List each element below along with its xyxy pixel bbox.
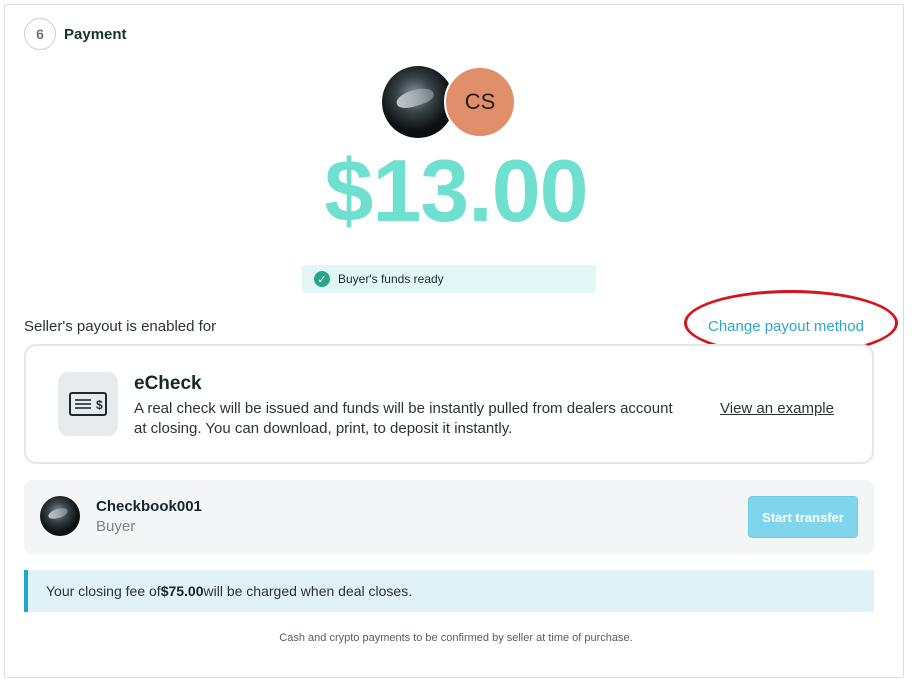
- buyer-name: Checkbook001: [96, 498, 202, 515]
- funds-status-badge: ✓ Buyer's funds ready: [302, 265, 596, 293]
- buyer-row: Checkbook001 Buyer Start transfer: [24, 480, 874, 554]
- method-title: eCheck: [134, 373, 202, 394]
- participant-avatars: CS: [382, 66, 522, 138]
- start-transfer-button[interactable]: Start transfer: [748, 496, 858, 538]
- step-number-badge: 6: [24, 18, 56, 50]
- buyer-role: Buyer: [96, 518, 136, 535]
- buyer-avatar: [40, 496, 80, 536]
- fee-notice-suffix: will be charged when deal closes.: [203, 583, 413, 599]
- payout-label: Seller's payout is enabled for: [24, 318, 217, 335]
- buyer-initials-avatar: CS: [444, 66, 516, 138]
- step-header: 6 Payment: [24, 18, 127, 50]
- fee-amount: $75.00: [160, 583, 204, 599]
- payment-amount: $13.00: [324, 141, 588, 240]
- funds-status-text: Buyer's funds ready: [338, 272, 444, 286]
- payment-footnote: Cash and crypto payments to be confirmed…: [279, 632, 633, 644]
- check-circle-icon: ✓: [314, 271, 330, 287]
- check-icon: $: [58, 372, 118, 436]
- view-example-link[interactable]: View an example: [720, 400, 834, 417]
- payout-method-card: $ eCheck A real check will be issued and…: [24, 344, 874, 464]
- method-description: A real check will be issued and funds wi…: [134, 400, 673, 437]
- svg-text:$: $: [96, 398, 103, 412]
- fee-notice-prefix: Your closing fee of: [46, 583, 161, 599]
- closing-fee-notice: Your closing fee of $75.00 will be charg…: [24, 570, 874, 612]
- step-title: Payment: [64, 25, 127, 43]
